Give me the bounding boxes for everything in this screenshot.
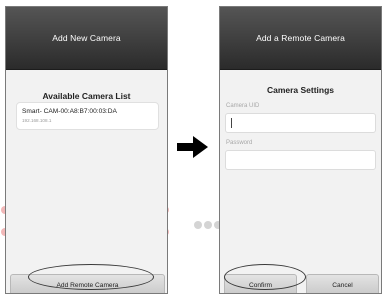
confirm-highlight xyxy=(224,264,306,290)
add-remote-highlight xyxy=(28,264,154,290)
camera-ip: 192.168.108.1 xyxy=(22,118,52,123)
password-input[interactable] xyxy=(225,150,376,170)
camera-list-item[interactable]: Smart- CAM-00:A8:B7:00:03:DA 192.168.108… xyxy=(16,102,159,130)
right-arrow-icon xyxy=(177,136,208,158)
camera-uid-input[interactable] xyxy=(225,113,376,133)
camera-settings-heading: Camera Settings xyxy=(266,85,335,95)
right-app-bar: Add a Remote Camera xyxy=(220,7,381,70)
left-screen-title: Add New Camera xyxy=(52,33,121,43)
right-screen-title: Add a Remote Camera xyxy=(256,33,345,43)
tutorial-figure: Add New Camera Available Camera List Sma… xyxy=(0,0,387,296)
right-phone-screen: Add a Remote Camera Camera Settings Came… xyxy=(219,6,382,294)
camera-uid-label: Camera UID xyxy=(226,103,260,109)
text-cursor xyxy=(231,118,232,128)
cancel-button[interactable]: Cancel xyxy=(306,274,379,293)
camera-name: Smart- CAM-00:A8:B7:00:03:DA xyxy=(22,108,117,115)
left-app-bar: Add New Camera xyxy=(6,7,167,70)
password-label: Password xyxy=(226,140,253,146)
left-phone-screen: Add New Camera Available Camera List Sma… xyxy=(5,6,168,294)
camera-list-heading: Available Camera List xyxy=(42,91,131,101)
